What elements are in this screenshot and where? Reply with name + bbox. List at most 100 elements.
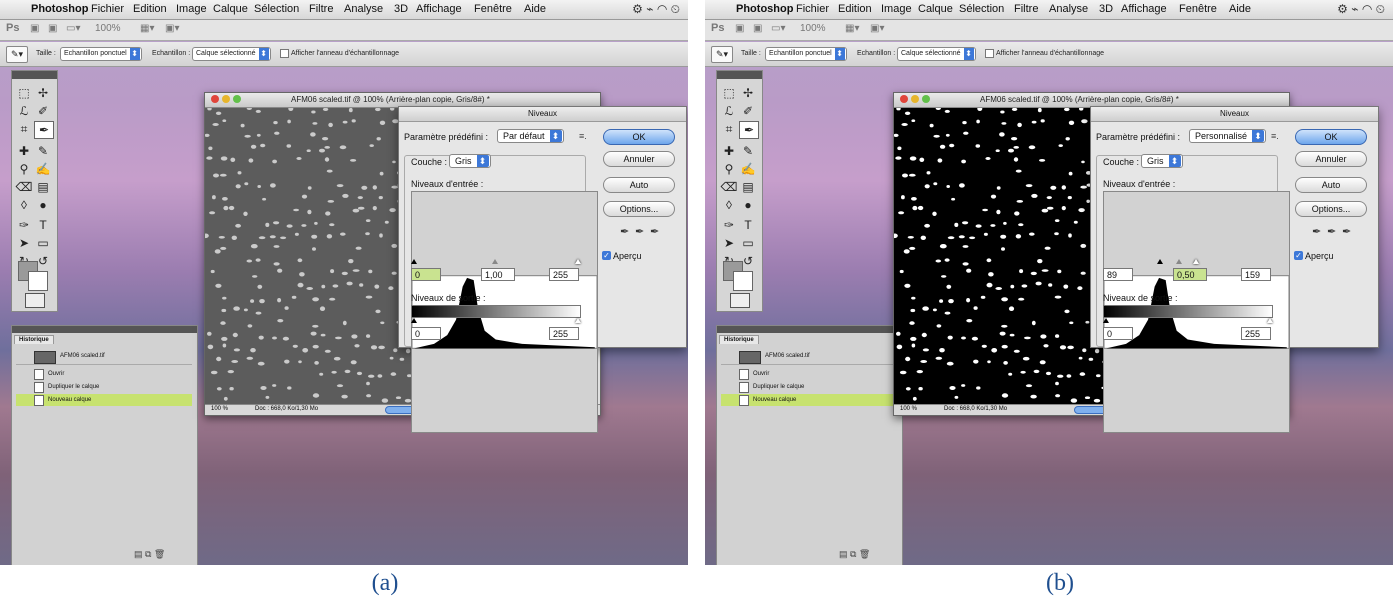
auto-button[interactable]: Auto <box>1295 177 1367 193</box>
menu-aide[interactable]: Aide <box>1229 3 1251 15</box>
white-eyedropper-icon[interactable]: ✒ <box>650 225 659 238</box>
pen-tool-icon[interactable]: ✑ <box>720 217 738 233</box>
output-black-slider[interactable] <box>1103 318 1109 323</box>
app-menu[interactable]: Photoshop <box>31 3 88 15</box>
minibridge-icon[interactable]: ▣ <box>753 23 762 34</box>
menu-edition[interactable]: Edition <box>133 3 167 15</box>
history-brush-tool-icon[interactable]: ✍ <box>34 161 52 177</box>
bridge-icon[interactable]: ▣ <box>735 23 744 34</box>
output-white-field[interactable]: 255 <box>1241 327 1271 340</box>
taille-select[interactable]: Echantillon ponctuel <box>765 47 847 61</box>
screen-mode-icon[interactable]: ▣▾ <box>165 23 179 34</box>
quick-select-tool-icon[interactable]: ✐ <box>34 103 52 119</box>
preview-checkbox[interactable]: ✓ <box>602 251 611 260</box>
menu-affichage[interactable]: Affichage <box>1121 3 1167 15</box>
output-white-field[interactable]: 255 <box>549 327 579 340</box>
bridge-icon[interactable]: ▣ <box>30 23 39 34</box>
type-tool-icon[interactable]: T <box>739 217 757 233</box>
lasso-tool-icon[interactable]: ℒ <box>720 103 738 119</box>
zoom-icon[interactable] <box>922 95 930 103</box>
extras-icon[interactable]: ▭▾ <box>66 23 80 34</box>
zoom-level[interactable]: 100% <box>800 23 826 34</box>
minibridge-icon[interactable]: ▣ <box>48 23 57 34</box>
menu-fichier[interactable]: Fichier <box>796 3 829 15</box>
history-footer-icons[interactable]: ▤ ⧉ 🗑 <box>134 549 165 560</box>
menu-fichier[interactable]: Fichier <box>91 3 124 15</box>
gradient-tool-icon[interactable]: ▤ <box>739 179 757 195</box>
white-point-slider[interactable] <box>575 259 581 264</box>
ring-checkbox[interactable] <box>280 49 289 58</box>
eyedropper-tool-icon[interactable]: ✒ <box>739 121 759 139</box>
menu-analyse[interactable]: Analyse <box>344 3 383 15</box>
quick-mask-icon[interactable] <box>730 293 750 308</box>
close-icon[interactable] <box>211 95 219 103</box>
menu-fenetre[interactable]: Fenêtre <box>1179 3 1217 15</box>
history-item-selected[interactable]: Nouveau calque <box>721 394 897 406</box>
ok-button[interactable]: OK <box>603 129 675 145</box>
path-select-tool-icon[interactable]: ➤ <box>15 235 33 251</box>
output-white-slider[interactable] <box>575 318 581 323</box>
gamma-slider[interactable] <box>1176 259 1182 264</box>
history-item[interactable]: Ouvrir <box>721 368 897 380</box>
crop-tool-icon[interactable]: ⌗ <box>720 121 738 137</box>
taille-select[interactable]: Echantillon ponctuel <box>60 47 142 61</box>
preset-options-icon[interactable]: ≡. <box>579 131 587 141</box>
marquee-tool-icon[interactable]: ⬚ <box>15 85 33 101</box>
channel-select[interactable]: Gris <box>1141 154 1183 168</box>
zoom-field[interactable]: 100 % <box>900 406 917 412</box>
history-brush-tool-icon[interactable]: ✍ <box>739 161 757 177</box>
menu-calque[interactable]: Calque <box>918 3 953 15</box>
menu-image[interactable]: Image <box>176 3 207 15</box>
gray-eyedropper-icon[interactable]: ✒ <box>635 225 644 238</box>
eyedropper-preset-icon[interactable]: ✎▾ <box>6 46 28 63</box>
white-point-slider[interactable] <box>1193 259 1199 264</box>
shape-tool-icon[interactable]: ▭ <box>739 235 757 251</box>
menu-3d[interactable]: 3D <box>394 3 408 15</box>
history-snapshot[interactable]: AFM06 scaled.tif <box>16 349 192 365</box>
zoom-icon[interactable] <box>233 95 241 103</box>
black-eyedropper-icon[interactable]: ✒ <box>620 225 629 238</box>
background-color-swatch[interactable] <box>733 271 753 291</box>
move-tool-icon[interactable]: ✢ <box>739 85 757 101</box>
minimize-icon[interactable] <box>911 95 919 103</box>
gray-eyedropper-icon[interactable]: ✒ <box>1327 225 1336 238</box>
dodge-tool-icon[interactable]: ● <box>34 197 52 213</box>
preset-select[interactable]: Par défaut <box>497 129 564 143</box>
history-footer-icons[interactable]: ▤ ⧉ 🗑 <box>839 549 870 560</box>
menu-selection[interactable]: Sélection <box>959 3 1004 15</box>
options-button[interactable]: Options... <box>1295 201 1367 217</box>
black-eyedropper-icon[interactable]: ✒ <box>1312 225 1321 238</box>
history-item[interactable]: Dupliquer le calque <box>721 381 897 393</box>
black-point-slider[interactable] <box>411 259 417 264</box>
menu-analyse[interactable]: Analyse <box>1049 3 1088 15</box>
menu-selection[interactable]: Sélection <box>254 3 299 15</box>
blur-tool-icon[interactable]: ◊ <box>15 197 33 213</box>
pen-tool-icon[interactable]: ✑ <box>15 217 33 233</box>
eyedropper-tool-icon[interactable]: ✒ <box>34 121 54 139</box>
ring-checkbox[interactable] <box>985 49 994 58</box>
input-gamma-field[interactable]: 0,50 <box>1173 268 1207 281</box>
minimize-icon[interactable] <box>222 95 230 103</box>
dodge-tool-icon[interactable]: ● <box>739 197 757 213</box>
arrange-icon[interactable]: ▦▾ <box>845 23 859 34</box>
black-point-slider[interactable] <box>1157 259 1163 264</box>
input-black-field[interactable]: 0 <box>411 268 441 281</box>
type-tool-icon[interactable]: T <box>34 217 52 233</box>
menu-aide[interactable]: Aide <box>524 3 546 15</box>
extras-icon[interactable]: ▭▾ <box>771 23 785 34</box>
ok-button[interactable]: OK <box>1295 129 1367 145</box>
move-tool-icon[interactable]: ✢ <box>34 85 52 101</box>
quick-select-tool-icon[interactable]: ✐ <box>739 103 757 119</box>
lasso-tool-icon[interactable]: ℒ <box>15 103 33 119</box>
echantillon-select[interactable]: Calque sélectionné <box>897 47 976 61</box>
background-color-swatch[interactable] <box>28 271 48 291</box>
menu-filtre[interactable]: Filtre <box>1014 3 1038 15</box>
gamma-slider[interactable] <box>492 259 498 264</box>
close-icon[interactable] <box>900 95 908 103</box>
quick-mask-icon[interactable] <box>25 293 45 308</box>
output-black-slider[interactable] <box>411 318 417 323</box>
marquee-tool-icon[interactable]: ⬚ <box>720 85 738 101</box>
gradient-tool-icon[interactable]: ▤ <box>34 179 52 195</box>
preset-options-icon[interactable]: ≡. <box>1271 131 1279 141</box>
history-item-selected[interactable]: Nouveau calque <box>16 394 192 406</box>
